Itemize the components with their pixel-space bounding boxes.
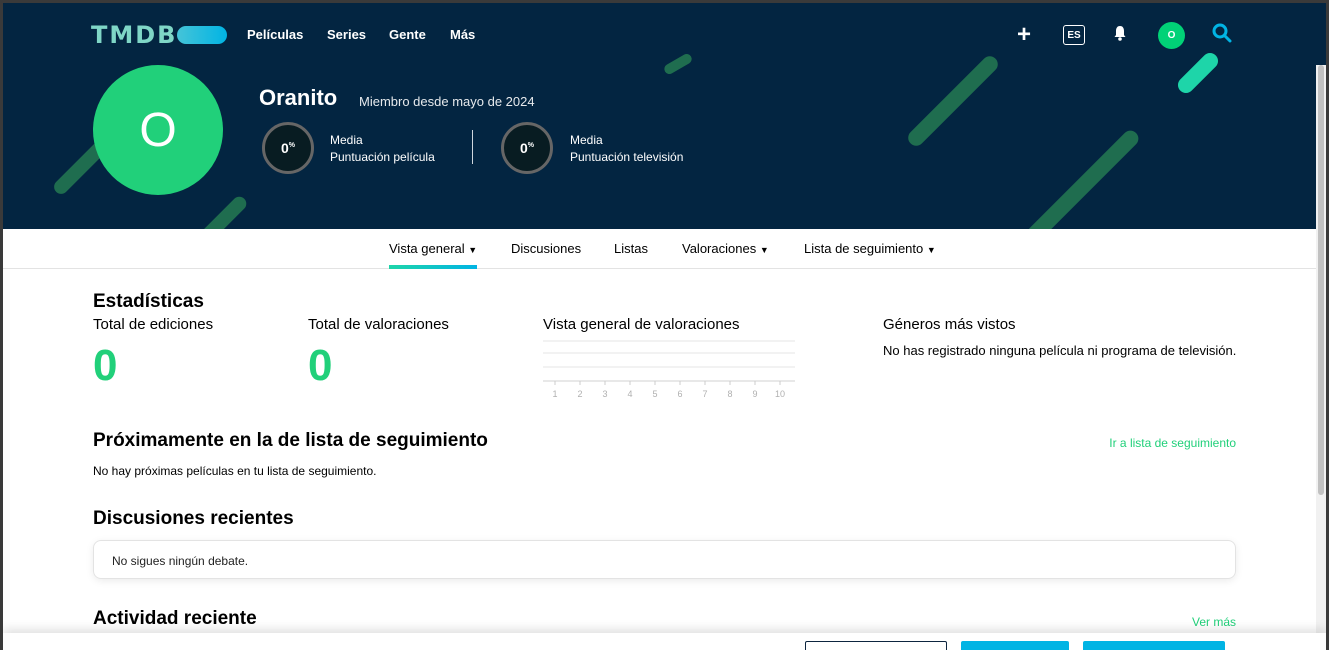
cookie-banner — [3, 633, 1326, 650]
axis-tick-label: 2 — [577, 389, 582, 399]
upcoming-empty: No hay próximas películas en tu lista de… — [93, 464, 377, 478]
axis-tick-label: 3 — [602, 389, 607, 399]
ratings-overview-chart: 1 2 3 4 5 6 7 8 9 10 — [543, 340, 795, 399]
see-more-link[interactable]: Ver más — [1136, 615, 1236, 629]
profile-avatar[interactable]: O — [93, 65, 223, 195]
score-value: 0 — [280, 140, 289, 156]
tab-label: Lista de seguimiento — [804, 241, 924, 256]
axis-tick-label: 1 — [552, 389, 557, 399]
tab-watchlist[interactable]: Lista de seguimiento ▼ — [804, 241, 936, 256]
top-genres-label: Géneros más vistos — [883, 316, 1016, 333]
page-scrollbar[interactable] — [1316, 65, 1326, 650]
axis-tick-label: 8 — [727, 389, 732, 399]
top-genres-empty: No has registrado ninguna película ni pr… — [883, 343, 1237, 358]
top-navigation: TMDB Películas Series Gente Más + ES O — [3, 3, 1326, 65]
axis-tick-label: 7 — [702, 389, 707, 399]
cookie-reject-button[interactable] — [961, 641, 1069, 650]
total-edits-value: 0 — [93, 341, 118, 390]
scrollbar-thumb[interactable] — [1318, 65, 1324, 495]
axis-tick-label: 10 — [775, 389, 785, 399]
tab-label: Vista general — [389, 241, 465, 256]
movie-score-label: Media Puntuación película — [330, 132, 435, 166]
score-unit: % — [288, 141, 296, 149]
chevron-down-icon: ▼ — [468, 245, 478, 255]
score-label-line1: Media — [330, 133, 363, 147]
chevron-down-icon: ▼ — [759, 245, 769, 255]
nav-people[interactable]: Gente — [389, 27, 426, 42]
discussions-box: No sigues ningún debate. — [93, 540, 1236, 579]
add-icon[interactable]: + — [1017, 21, 1031, 49]
search-icon[interactable] — [1212, 23, 1232, 48]
tmdb-logo-pill — [177, 26, 227, 44]
cookie-settings-button[interactable] — [805, 641, 947, 650]
axis-tick-label: 5 — [652, 389, 657, 399]
activity-title: Actividad reciente — [93, 608, 257, 629]
profile-username: Oranito — [259, 85, 338, 110]
movie-score-badge: 0% — [262, 122, 314, 174]
score-label-line2: Puntuación película — [330, 150, 435, 164]
tmdb-logo[interactable]: TMDB — [91, 21, 177, 49]
stats-title: Estadísticas — [93, 291, 204, 312]
tab-lists[interactable]: Listas — [614, 241, 648, 256]
nav-movies[interactable]: Películas — [247, 27, 303, 42]
ratings-overview-label: Vista general de valoraciones — [543, 316, 740, 333]
axis-tick-label: 4 — [627, 389, 632, 399]
discussions-empty: No sigues ningún debate. — [112, 554, 249, 568]
decorative-stripe — [1024, 127, 1142, 229]
decorative-stripe — [904, 52, 1002, 150]
score-value: 0 — [519, 140, 528, 156]
bell-icon[interactable] — [1113, 25, 1127, 46]
profile-header: TMDB Películas Series Gente Más + ES O O… — [3, 3, 1326, 229]
chevron-down-icon: ▼ — [926, 245, 936, 255]
language-selector[interactable]: ES — [1063, 25, 1085, 45]
axis-tick-label: 6 — [677, 389, 682, 399]
discussions-title: Discusiones recientes — [93, 508, 294, 529]
tab-label: Valoraciones — [682, 241, 757, 256]
score-divider — [472, 130, 473, 164]
user-avatar[interactable]: O — [1158, 22, 1185, 49]
browser-frame: TMDB Películas Series Gente Más + ES O O… — [0, 0, 1329, 650]
total-ratings-label: Total de valoraciones — [308, 316, 449, 333]
total-edits-label: Total de ediciones — [93, 316, 214, 333]
nav-series[interactable]: Series — [327, 27, 366, 42]
member-since: Miembro desde mayo de 2024 — [359, 94, 535, 109]
tv-score-badge: 0% — [501, 122, 553, 174]
watchlist-link[interactable]: Ir a lista de seguimiento — [1036, 436, 1236, 450]
score-label-line2: Puntuación televisión — [570, 150, 684, 164]
tab-discussions[interactable]: Discusiones — [511, 241, 581, 256]
score-unit: % — [527, 141, 535, 149]
tv-score-label: Media Puntuación televisión — [570, 132, 683, 166]
nav-more[interactable]: Más — [450, 27, 475, 42]
decorative-stripe — [196, 193, 250, 229]
axis-tick-label: 9 — [752, 389, 757, 399]
tab-ratings[interactable]: Valoraciones ▼ — [682, 241, 769, 256]
profile-subnav: Vista general ▼ Discusiones Listas Valor… — [3, 229, 1326, 269]
tab-overview[interactable]: Vista general ▼ — [389, 241, 477, 256]
upcoming-title: Próximamente en la de lista de seguimien… — [93, 430, 488, 451]
active-tab-indicator — [389, 265, 477, 269]
cookie-accept-button[interactable] — [1083, 641, 1225, 650]
total-ratings-value: 0 — [308, 341, 333, 390]
score-label-line1: Media — [570, 133, 603, 147]
